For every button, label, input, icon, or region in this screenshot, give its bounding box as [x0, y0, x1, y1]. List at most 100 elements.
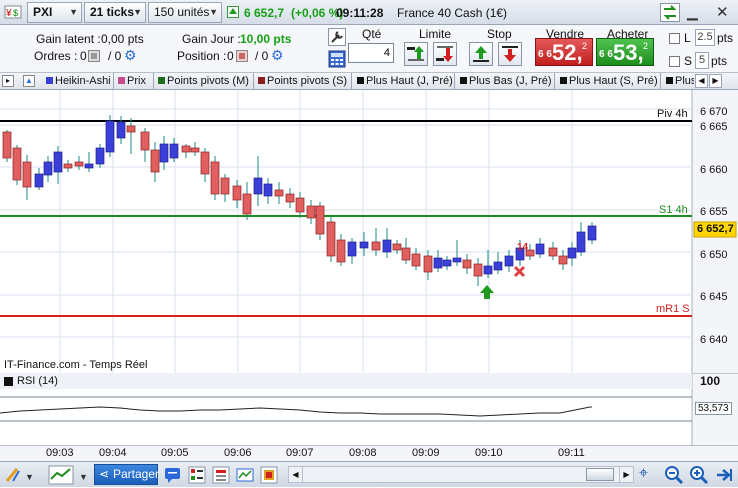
buy-limit-button[interactable]	[404, 42, 428, 66]
sell-price-prefix: 6 6	[538, 49, 552, 60]
indicators-icon[interactable]	[188, 466, 206, 484]
indicator-color-icon	[560, 77, 567, 84]
chevron-down-icon: ▼	[133, 7, 142, 17]
quantity-input[interactable]	[348, 43, 394, 63]
rsi-label: RSI (14)	[17, 375, 58, 387]
zoom-in-icon[interactable]	[689, 465, 709, 485]
indicator-bar: ▸ ▲ Heikin-Ashi Prix Points pivots (M) P…	[0, 73, 738, 90]
export-icon[interactable]	[260, 466, 278, 484]
position-label: Position :	[177, 49, 227, 63]
svg-text:¥: ¥	[5, 8, 12, 19]
indicator-color-icon	[460, 77, 467, 84]
units-selector[interactable]: 150 unités ▼	[148, 2, 222, 23]
instrument-flag-icon[interactable]: ¥ $	[4, 4, 22, 20]
time-label: 09:11	[558, 447, 585, 459]
candle-body	[295, 197, 305, 213]
instrument-selector[interactable]: PXI ▼	[27, 2, 82, 23]
scroll-left-arrow[interactable]: ◀	[289, 467, 303, 482]
indicator-tab-plus-bas-j[interactable]: Plus Bas (J, Pré)	[458, 73, 555, 89]
interval-value: 21 ticks	[90, 5, 135, 19]
s-distance-input[interactable]: 5	[695, 52, 709, 69]
scroll-left-icon[interactable]: ◀	[695, 74, 708, 88]
drawing-tools-icon[interactable]: ▼	[3, 465, 34, 485]
candle-body	[190, 147, 200, 153]
horizontal-scrollbar[interactable]: ◀ ▶	[288, 466, 634, 483]
interval-selector[interactable]: 21 ticks ▼	[84, 2, 146, 23]
candle-body	[423, 255, 433, 273]
close-icon[interactable]: ✕	[716, 3, 729, 21]
svg-text:▼: ▼	[79, 472, 88, 482]
zoom-out-icon[interactable]	[664, 465, 684, 485]
scroll-right-arrow[interactable]: ▶	[619, 467, 633, 482]
gear-icon[interactable]: ⚙	[124, 47, 137, 64]
price-axis-label: 6 640	[700, 334, 728, 346]
orders-list-icon[interactable]	[88, 50, 100, 62]
scroll-right-icon[interactable]: ▶	[709, 74, 722, 88]
collapse-icon[interactable]: ▲	[23, 75, 35, 87]
panel-menu-icon[interactable]: ▸	[2, 75, 14, 87]
candle-body	[442, 259, 452, 267]
pivot-line-label: Piv 4h	[657, 108, 688, 120]
units-value: 150 unités	[154, 5, 210, 19]
calculator-icon[interactable]	[328, 50, 346, 68]
candle-body	[452, 257, 462, 263]
indicator-tab-points-pivots-s[interactable]: Points pivots (S)	[256, 73, 352, 89]
rsi-panel[interactable]: RSI (14) 100 53,573	[0, 372, 738, 445]
time-label: 09:05	[161, 447, 189, 459]
l-unit: pts	[717, 31, 734, 45]
share-button[interactable]: ⋖ Partager	[94, 464, 159, 485]
candle-body	[274, 189, 284, 197]
ordres-label: Ordres :	[34, 49, 78, 63]
candle-body	[116, 121, 126, 139]
l-distance-input[interactable]: 2.5	[695, 29, 715, 46]
s-checkbox[interactable]	[669, 56, 680, 67]
last-price: 6 652,7	[244, 6, 285, 20]
candle-body	[576, 231, 586, 253]
sell-stop-button[interactable]	[498, 42, 522, 66]
instrument-name: France 40 Cash (1€)	[397, 6, 508, 20]
indicator-tab-plus-haut-j[interactable]: Plus Haut (J, Pré)	[355, 73, 455, 89]
sell-button[interactable]: 6 6 52, 2	[535, 38, 593, 66]
candle-body	[567, 247, 577, 259]
candle-body	[140, 131, 150, 151]
price-axis-label: 6 660	[700, 164, 728, 176]
positions-list-icon[interactable]	[236, 50, 248, 62]
gain-jour-label: Gain Jour :	[182, 32, 241, 46]
screenshot-icon[interactable]	[236, 466, 254, 484]
candle-body	[253, 177, 263, 195]
chat-icon[interactable]	[164, 466, 182, 484]
candle-body	[200, 151, 210, 175]
indicator-color-icon	[666, 77, 673, 84]
buy-button[interactable]: 6 6 53, 2	[596, 38, 654, 66]
scroll-thumb[interactable]	[586, 468, 614, 481]
indicator-tab-plus-haut-s[interactable]: Plus Haut (S, Pré)	[558, 73, 661, 89]
alerts-icon[interactable]	[212, 466, 230, 484]
zoom-fit-icon[interactable]: ⌖	[639, 465, 659, 485]
swap-icon[interactable]	[660, 3, 680, 22]
price-axis-label: 6 650	[700, 249, 728, 261]
candle-body	[473, 263, 483, 277]
instrument-code: PXI	[33, 5, 53, 19]
current-price-tag-text: 6 652,7	[697, 223, 734, 235]
buy-stop-button[interactable]	[469, 42, 493, 66]
indicator-tab-heikin-ashi[interactable]: Heikin-Ashi	[44, 73, 114, 89]
price-chart[interactable]: 6 670 6 665 6 660 6 655 6 650 6 645 6 640 6 65…	[0, 90, 738, 373]
candle-body	[504, 255, 514, 267]
indicator-tab-points-pivots-m[interactable]: Points pivots (M)	[156, 73, 254, 89]
minimize-icon[interactable]: ▁	[687, 4, 698, 21]
buy-price-main: 53,	[613, 40, 644, 65]
l-checkbox[interactable]	[669, 33, 680, 44]
sell-limit-button[interactable]	[433, 42, 457, 66]
gear-icon[interactable]: ⚙	[271, 47, 284, 64]
candle-body	[263, 183, 273, 197]
candle-body	[382, 239, 392, 253]
time-label: 09:04	[99, 447, 127, 459]
candle-body	[84, 163, 94, 169]
rsi-axis-max: 100	[700, 374, 721, 388]
rsi-checkbox[interactable]	[4, 377, 13, 386]
auto-scroll-icon[interactable]	[714, 465, 734, 485]
chart-type-icon[interactable]: ▼	[48, 465, 90, 485]
indicator-tab-prix[interactable]: Prix	[116, 73, 154, 89]
wrench-icon[interactable]	[328, 28, 346, 46]
indicator-tab-plus[interactable]: Plus	[664, 73, 694, 89]
